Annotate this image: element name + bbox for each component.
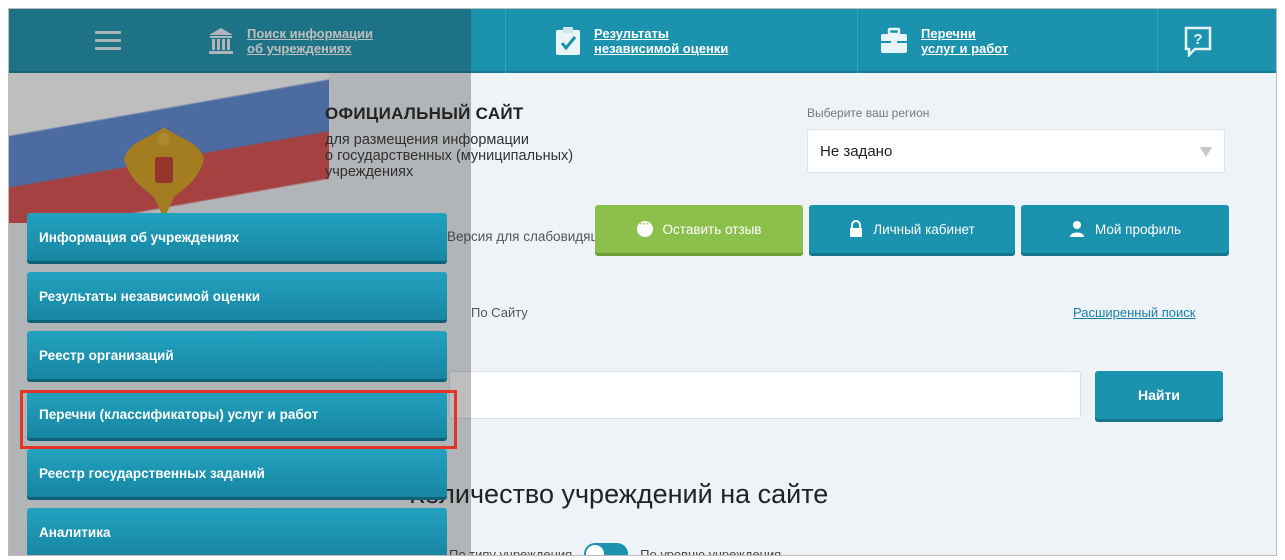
profile-label: Мой профиль — [1094, 221, 1182, 237]
feedback-button[interactable]: Оставить отзыв — [595, 205, 803, 253]
chevron-down-icon — [1200, 147, 1212, 157]
menu-item-institutions-info[interactable]: Информация об учреждениях — [27, 213, 447, 261]
chat-bubble-icon — [636, 219, 653, 237]
nav-evaluation-label[interactable]: Результаты независимой оценки — [594, 26, 728, 56]
personal-cabinet-button[interactable]: Личный кабинет — [809, 205, 1015, 253]
help-button[interactable]: ? — [1183, 9, 1213, 73]
menu-item-independent-evaluation[interactable]: Результаты независимой оценки — [27, 272, 447, 320]
side-menu: Информация об учреждениях Результаты нез… — [27, 213, 447, 555]
nav-divider — [505, 9, 506, 73]
clipboard-check-icon — [556, 27, 580, 55]
toggle-right-label[interactable]: По уровню учреждения — [640, 547, 781, 556]
institutions-count-title: Количество учреждений на сайте — [409, 479, 829, 509]
highlight-frame — [20, 390, 457, 449]
my-profile-button[interactable]: Мой профиль — [1021, 205, 1229, 253]
region-label: Выберите ваш регион — [807, 106, 930, 120]
lock-icon — [850, 220, 863, 237]
menu-item-state-tasks-registry[interactable]: Реестр государственных заданий — [27, 449, 447, 497]
find-button[interactable]: Найти — [1095, 371, 1223, 419]
region-select-value: Не задано — [820, 142, 893, 160]
nav-services-lists[interactable]: Перечни услуг и работ — [879, 9, 1008, 73]
user-icon — [1069, 221, 1084, 237]
search-input[interactable] — [449, 371, 1081, 419]
low-vision-link[interactable]: Версия для слабовидящих — [447, 229, 616, 244]
menu-item-organizations-registry[interactable]: Реестр организаций — [27, 331, 447, 379]
grouping-toggle-row: По типу учреждения По уровню учреждения — [449, 543, 781, 556]
nav-divider — [857, 9, 858, 73]
nav-divider — [1157, 9, 1158, 73]
feedback-label: Оставить отзыв — [662, 221, 762, 237]
menu-item-analytics[interactable]: Аналитика — [27, 508, 447, 555]
cabinet-label: Личный кабинет — [873, 221, 975, 237]
svg-text:?: ? — [1193, 31, 1202, 48]
nav-independent-evaluation[interactable]: Результаты независимой оценки — [554, 9, 728, 73]
help-question-icon: ? — [1184, 26, 1212, 57]
search-scope-label[interactable]: По Сайту — [471, 305, 528, 320]
grouping-toggle[interactable] — [584, 543, 629, 555]
browser-viewport: Поиск информации об учреждениях Результа… — [8, 8, 1277, 556]
nav-services-label[interactable]: Перечни услуг и работ — [921, 26, 1008, 56]
region-select[interactable]: Не задано — [807, 129, 1225, 173]
briefcase-icon — [881, 27, 907, 53]
advanced-search-link[interactable]: Расширенный поиск — [1073, 305, 1195, 320]
